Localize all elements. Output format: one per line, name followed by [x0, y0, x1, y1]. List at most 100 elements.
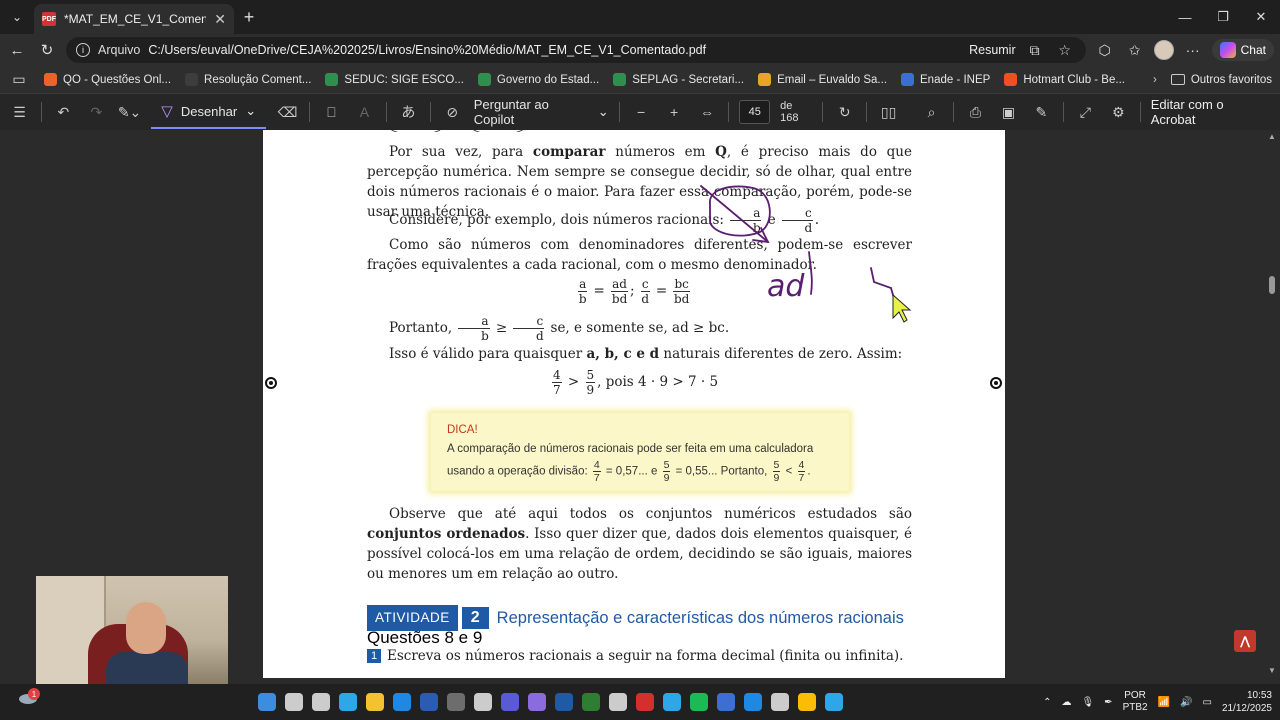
favorite-item[interactable]: Resolução Coment...: [185, 73, 311, 86]
favorite-item[interactable]: Enade - INEP: [901, 73, 990, 86]
text-box-icon[interactable]: ⎕: [320, 104, 343, 121]
outlook-icon[interactable]: [447, 693, 465, 711]
acrobat-icon[interactable]: ⋀: [1234, 630, 1256, 652]
favorite-item[interactable]: QO - Questões Onl...: [44, 73, 171, 86]
left-resize-handle[interactable]: [265, 377, 277, 389]
pen-icon[interactable]: ✒: [1104, 697, 1112, 708]
search-icon[interactable]: ⌕: [920, 104, 943, 121]
close-tab-icon[interactable]: ✕: [214, 11, 226, 28]
favorite-item[interactable]: Email – Euvaldo Sa...: [758, 73, 887, 86]
app-icon[interactable]: [555, 693, 573, 711]
back-icon[interactable]: ←: [6, 42, 28, 59]
spotify-icon[interactable]: [690, 693, 708, 711]
save-icon[interactable]: ▣: [997, 104, 1020, 121]
undo-icon[interactable]: ↶: [52, 104, 75, 121]
copilot-icon[interactable]: [339, 693, 357, 711]
favorite-item[interactable]: Hotmart Club - Be...: [1004, 73, 1125, 86]
edge-icon[interactable]: [393, 693, 411, 711]
other-favorites[interactable]: Outros favoritos: [1170, 74, 1272, 86]
read-aloud-icon[interactable]: A: [353, 104, 376, 120]
store-icon[interactable]: [420, 693, 438, 711]
maximize-icon[interactable]: ❐: [1204, 0, 1242, 34]
webcam-overlay: [36, 576, 228, 684]
summarize-icon[interactable]: ⧉: [1024, 42, 1046, 59]
chrome-icon[interactable]: [663, 693, 681, 711]
show-hidden-icons-icon[interactable]: ⌃: [1043, 697, 1051, 708]
profile-avatar[interactable]: [1153, 40, 1174, 60]
favorites-overflow-icon[interactable]: ›: [1153, 74, 1157, 86]
clock[interactable]: 10:53 21/12/2025: [1222, 689, 1272, 715]
start-icon[interactable]: [258, 693, 276, 711]
fit-page-icon[interactable]: ⇔: [696, 104, 719, 120]
scroll-thumb[interactable]: [1269, 276, 1275, 294]
favorite-item[interactable]: SEDUC: SIGE ESCO...: [325, 73, 464, 86]
extensions-icon[interactable]: ⬡: [1094, 42, 1116, 59]
app-icon[interactable]: [771, 693, 789, 711]
favorite-site-icon: [613, 73, 627, 86]
ask-copilot-button[interactable]: Perguntar ao Copilot: [474, 97, 588, 127]
app-icon[interactable]: [744, 693, 762, 711]
new-tab-icon[interactable]: +: [234, 7, 264, 28]
translate-icon[interactable]: あ: [397, 102, 420, 122]
summarize-button[interactable]: Resumir: [969, 43, 1016, 57]
redo-icon[interactable]: ↷: [85, 104, 108, 121]
info-icon[interactable]: i: [76, 43, 90, 57]
contents-icon[interactable]: ☰: [8, 104, 31, 121]
microphone-icon[interactable]: 🎙: [1081, 697, 1094, 708]
taskbar: 1 ⌃ ☁ 🎙 ✒ POR PTB2 📶 🔊 ▭ 10:53 21/12/2025: [0, 684, 1280, 720]
input-language[interactable]: POR PTB2: [1123, 690, 1148, 714]
terminal-icon[interactable]: [474, 693, 492, 711]
print-icon[interactable]: ⎙: [964, 104, 987, 121]
draw-button[interactable]: ▽ Desenhar ⌄: [151, 95, 267, 129]
app-icon[interactable]: [825, 693, 843, 711]
scroll-down-icon[interactable]: ▼: [1268, 666, 1276, 675]
page-view-icon[interactable]: ▯▯: [877, 104, 900, 121]
volume-icon[interactable]: 🔊: [1180, 697, 1192, 708]
chat-icon[interactable]: [501, 693, 519, 711]
url-field[interactable]: i Arquivo C:/Users/euval/OneDrive/CEJA%2…: [66, 37, 1086, 63]
right-resize-handle[interactable]: [990, 377, 1002, 389]
record-icon[interactable]: [636, 693, 654, 711]
highlight-icon[interactable]: ✎⌄: [118, 104, 141, 121]
minimize-icon[interactable]: —: [1166, 0, 1204, 34]
app-icon[interactable]: [717, 693, 735, 711]
save-as-icon[interactable]: ✎: [1030, 104, 1053, 121]
chevron-down-icon[interactable]: ⌄: [245, 103, 256, 119]
more-menu-icon[interactable]: ···: [1182, 42, 1204, 58]
weather-widget-icon[interactable]: 1: [18, 688, 40, 710]
page-number-input[interactable]: 45: [739, 100, 771, 124]
chevron-down-icon[interactable]: ⌄: [598, 104, 609, 120]
eraser-icon[interactable]: ⌫: [276, 104, 299, 121]
search-icon[interactable]: [285, 693, 303, 711]
close-window-icon[interactable]: ✕: [1242, 0, 1280, 34]
copilot-ask-icon[interactable]: ⊘: [441, 104, 464, 121]
fullscreen-icon[interactable]: ⤢: [1074, 104, 1097, 121]
favorite-item[interactable]: SEPLAG - Secretari...: [613, 73, 744, 86]
collections-icon[interactable]: ▭: [8, 71, 30, 88]
favorites-icon[interactable]: ✩: [1124, 42, 1146, 59]
scroll-up-icon[interactable]: ▲: [1268, 132, 1276, 141]
onedrive-icon[interactable]: ☁: [1061, 697, 1071, 708]
tab-actions-menu-icon[interactable]: ⌄: [0, 0, 34, 34]
settings-gear-icon[interactable]: ⚙: [1107, 104, 1130, 121]
favorite-item[interactable]: Governo do Estad...: [477, 73, 599, 86]
tab-active[interactable]: PDF *MAT_EM_CE_V1_Comentado.pdf ✕: [34, 4, 234, 34]
task-view-icon[interactable]: [312, 693, 330, 711]
favorite-star-icon[interactable]: ☆: [1054, 42, 1076, 59]
rotate-icon[interactable]: ↻: [833, 104, 856, 121]
app-icon[interactable]: [582, 693, 600, 711]
question-1: 1 Escreva os números racionais a seguir …: [367, 646, 903, 666]
zoom-out-icon[interactable]: −: [630, 104, 653, 120]
vertical-scrollbar[interactable]: ▲ ▼: [1268, 130, 1276, 678]
refresh-icon[interactable]: ↻: [36, 41, 58, 59]
battery-icon[interactable]: ▭: [1202, 697, 1211, 708]
file-explorer-icon[interactable]: [366, 693, 384, 711]
zoom-in-icon[interactable]: +: [663, 104, 686, 120]
app-icon[interactable]: [528, 693, 546, 711]
edit-with-acrobat-button[interactable]: Editar com o Acrobat: [1151, 97, 1272, 127]
app-icon[interactable]: [609, 693, 627, 711]
url-text[interactable]: C:/Users/euval/OneDrive/CEJA%202025/Livr…: [148, 43, 961, 57]
wifi-icon[interactable]: 📶: [1158, 697, 1170, 708]
copilot-chat-button[interactable]: Chat: [1211, 39, 1274, 61]
chrome-icon[interactable]: [798, 693, 816, 711]
